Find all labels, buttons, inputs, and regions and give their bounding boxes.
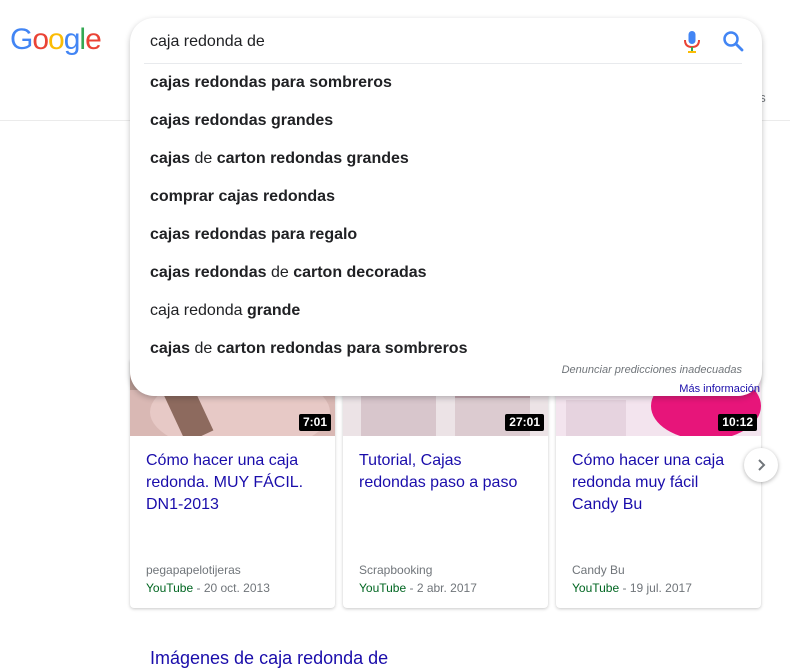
suggestion-text: de [190, 340, 217, 357]
logo-letter: g [63, 23, 81, 56]
report-predictions-link[interactable]: Denunciar predicciones inadecuadas [562, 364, 742, 376]
video-source-site: YouTube [572, 581, 620, 595]
images-section-heading[interactable]: Imágenes de caja redonda de [150, 648, 388, 669]
microphone-icon[interactable] [682, 30, 702, 54]
video-date: - 2 abr. 2017 [406, 581, 477, 595]
suggestion-text: cajas [150, 340, 191, 357]
video-title[interactable]: Tutorial, Cajas redondas paso a paso [359, 450, 531, 494]
search-icon[interactable] [722, 30, 744, 52]
video-channel: Scrapbooking [359, 563, 433, 577]
suggestion-item[interactable]: cajas de carton redondas para sombreros [130, 330, 762, 368]
video-duration: 7:01 [298, 414, 331, 431]
logo-letter: e [85, 23, 102, 56]
suggestion-text: cajas redondas [150, 264, 267, 281]
suggestion-text: cajas redondas para sombreros [150, 74, 392, 91]
video-source-site: YouTube [146, 581, 194, 595]
video-duration: 27:01 [505, 414, 544, 431]
video-title[interactable]: Cómo hacer una caja redonda. MUY FÁCIL. … [146, 450, 318, 516]
suggestion-text: de [266, 264, 294, 281]
google-logo[interactable]: Google [10, 22, 102, 58]
search-box[interactable]: caja redonda de cajas redondas para somb… [130, 18, 762, 396]
chevron-right-icon [758, 459, 766, 471]
video-source: YouTube - 2 abr. 2017 [359, 581, 477, 595]
video-source: YouTube - 19 jul. 2017 [572, 581, 692, 595]
suggestion-item[interactable]: cajas redondas para regalo [130, 216, 762, 254]
suggestion-item[interactable]: cajas redondas grandes [130, 102, 762, 140]
more-info-link[interactable]: Más información [679, 383, 760, 395]
suggestion-text: cajas redondas grandes [150, 112, 334, 129]
logo-letter: o [32, 23, 49, 56]
suggestion-text: grande [246, 302, 301, 319]
video-date: - 20 oct. 2013 [193, 581, 270, 595]
video-duration: 10:12 [718, 414, 757, 431]
suggestion-text: cajas redondas para regalo [150, 226, 358, 243]
suggestion-text: de [190, 150, 217, 167]
video-card[interactable]: 10:12 Cómo hacer una caja redonda muy fá… [556, 360, 761, 608]
suggestion-text: caja redonda [150, 302, 247, 319]
suggestion-item[interactable]: cajas redondas para sombreros [130, 64, 762, 102]
suggestion-item[interactable]: caja redonda grande [130, 292, 762, 330]
suggestion-list: cajas redondas para sombreros cajas redon… [130, 64, 762, 368]
suggestion-item[interactable]: comprar cajas redondas [130, 178, 762, 216]
suggestion-text: carton redondas grandes [216, 150, 409, 167]
video-source: YouTube - 20 oct. 2013 [146, 581, 270, 595]
video-channel: pegapapelotijeras [146, 563, 241, 577]
video-card[interactable]: 7:01 Cómo hacer una caja redonda. MUY FÁ… [130, 360, 335, 608]
suggestion-item[interactable]: cajas redondas de carton decoradas [130, 254, 762, 292]
video-channel: Candy Bu [572, 563, 625, 577]
video-card[interactable]: 27:01 Tutorial, Cajas redondas paso a pa… [343, 360, 548, 608]
logo-letter: o [48, 23, 65, 56]
search-input[interactable]: caja redonda de [150, 33, 265, 51]
suggestion-text: comprar cajas redondas [150, 188, 335, 205]
suggestion-text: carton redondas para sombreros [216, 340, 468, 357]
logo-letter: G [10, 23, 33, 56]
suggestion-text: cajas [150, 150, 191, 167]
video-title[interactable]: Cómo hacer una caja redonda muy fácil Ca… [572, 450, 744, 516]
suggestion-text: carton decoradas [293, 264, 427, 281]
carousel-next-button[interactable] [744, 448, 778, 482]
video-date: - 19 jul. 2017 [619, 581, 692, 595]
video-source-site: YouTube [359, 581, 407, 595]
suggestion-item[interactable]: cajas de carton redondas grandes [130, 140, 762, 178]
